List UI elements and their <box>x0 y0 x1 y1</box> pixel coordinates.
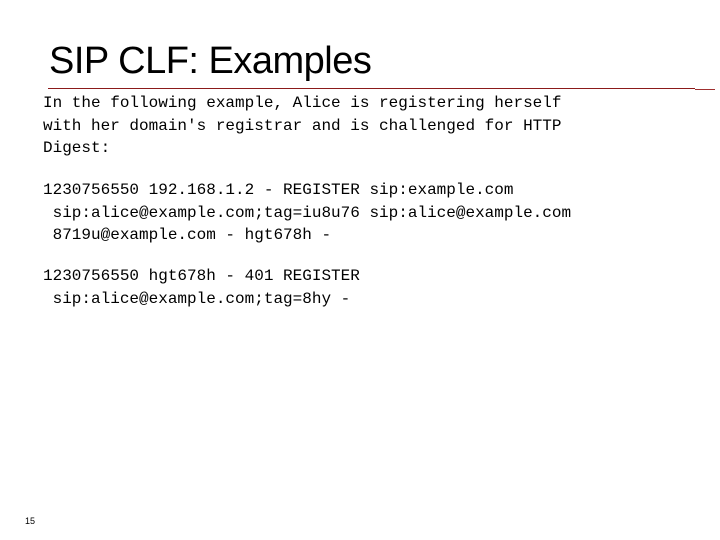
title-divider <box>48 88 695 89</box>
slide-number: 15 <box>25 516 36 526</box>
text-line: In the following example, Alice is regis… <box>43 94 562 112</box>
log-line: 8719u@example.com - hgt678h - <box>43 226 332 244</box>
title-divider-tail <box>695 89 715 90</box>
text-line: Digest: <box>43 139 111 157</box>
log-line: sip:alice@example.com;tag=8hy - <box>43 289 351 308</box>
intro-paragraph: In the following example, Alice is regis… <box>43 92 561 160</box>
log-line: 1230756550 192.168.1.2 - REGISTER sip:ex… <box>43 181 514 199</box>
log-line: 1230756550 hgt678h - 401 REGISTER <box>43 267 360 285</box>
log-entry-401: 1230756550 hgt678h - 401 REGISTER sip:al… <box>43 265 360 310</box>
text-line: with her domain's registrar and is chall… <box>43 116 562 135</box>
log-entry-register: 1230756550 192.168.1.2 - REGISTER sip:ex… <box>43 179 571 247</box>
log-line: sip:alice@example.com;tag=iu8u76 sip:ali… <box>43 203 572 222</box>
slide-title: SIP CLF: Examples <box>49 40 372 82</box>
